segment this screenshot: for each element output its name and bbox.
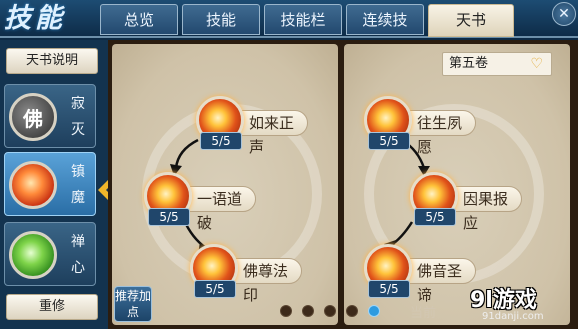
current-page-text: 当前 bbox=[410, 306, 437, 321]
skill-node[interactable]: 一语道破 5/5 bbox=[144, 172, 264, 232]
skill-level: 5/5 bbox=[200, 132, 242, 150]
watermark: 9l游戏 91danji.com bbox=[470, 278, 578, 329]
skill-node[interactable]: 如来正声 5/5 bbox=[196, 96, 316, 156]
watermark-url: 91danji.com bbox=[482, 311, 544, 322]
page-indicator bbox=[280, 305, 380, 317]
skill-node[interactable]: 因果报应 5/5 bbox=[410, 172, 530, 232]
skill-level: 5/5 bbox=[368, 280, 410, 298]
page-dot[interactable] bbox=[280, 305, 292, 317]
skill-node[interactable]: 佛尊法印 5/5 bbox=[190, 244, 310, 304]
skill-level: 5/5 bbox=[414, 208, 456, 226]
page-dot[interactable] bbox=[302, 305, 314, 317]
recommend-points-button[interactable]: 推荐加点 bbox=[114, 286, 152, 322]
skill-level: 5/5 bbox=[194, 280, 236, 298]
page-dot[interactable] bbox=[346, 305, 358, 317]
skill-level: 5/5 bbox=[368, 132, 410, 150]
skill-node[interactable]: 佛音圣谛 5/5 bbox=[364, 244, 484, 304]
skill-level: 5/5 bbox=[148, 208, 190, 226]
page-dot-active[interactable] bbox=[368, 305, 380, 317]
skill-node[interactable]: 往生夙愿 5/5 bbox=[364, 96, 484, 156]
link-left-1 bbox=[174, 138, 199, 169]
page-dot[interactable] bbox=[324, 305, 336, 317]
watermark-logo: 9l游戏 bbox=[470, 288, 537, 313]
